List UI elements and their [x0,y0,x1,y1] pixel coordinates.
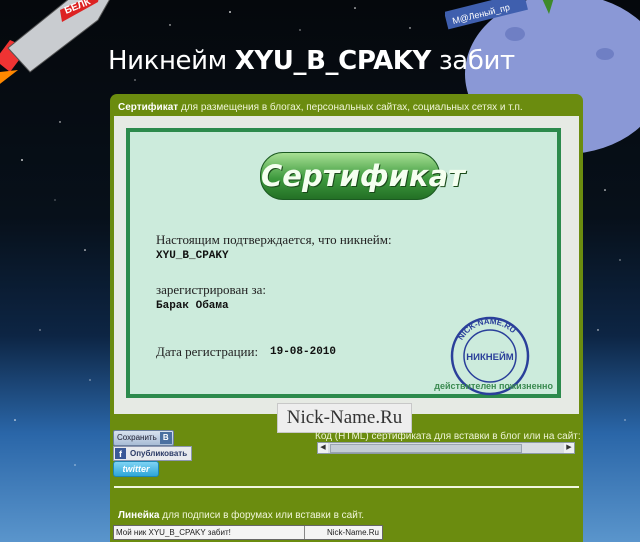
section-divider [114,486,579,488]
html-code-label: Код (HTML) сертификата для вставки в бло… [315,431,581,442]
page-title: Никнейм XYU_B_CPAKY забит [108,46,515,76]
save-vk-button[interactable]: Сохранить В [113,430,174,446]
registration-date-label: Дата регистрации: [156,344,259,359]
valid-note: действителен пожизненно [434,381,553,391]
line-left-text: Мой ник XYU_B_CPAKY забит! [116,528,231,537]
line-separator [304,526,305,539]
line-heading: Линейка для подписи в форумах или вставк… [118,510,365,521]
certificate-heading: Сертификат для размещения в блогах, перс… [118,102,523,113]
twitter-button[interactable]: twitter [113,461,159,477]
certificate-banner: Сертификат [260,152,465,200]
scroll-left-icon[interactable]: ◀ [318,443,328,453]
facebook-icon: f [115,448,126,459]
certificate-frame: Сертификат Настоящим подтверждается, что… [114,116,579,433]
facebook-publish-button[interactable]: f Опубликовать [113,446,193,461]
scroll-thumb[interactable] [330,444,522,453]
certificate-nickname: XYU_B_CPAKY [156,250,229,262]
html-code-scrollbar[interactable]: ◀ ▶ [317,442,575,454]
certificate-panel: Сертификат для размещения в блогах, перс… [110,94,583,542]
rocket-illustration: БЕЛК [0,0,110,84]
confirm-text: Настоящим подтверждается, что никнейм: [156,232,392,247]
scroll-right-icon[interactable]: ▶ [564,443,574,453]
registration-date: 19-08-2010 [270,346,337,358]
vk-icon: В [159,432,172,444]
signature-line-banner[interactable]: Мой ник XYU_B_CPAKY забит! Nick-Name.Ru [113,525,383,540]
line-right-text: Nick-Name.Ru [326,528,379,537]
stamp-text: НИКНЕЙМ [466,351,514,363]
registered-for-label: зарегистрирован за: [156,282,266,297]
site-logo[interactable]: Nick-Name.Ru [277,403,412,433]
registered-for-value: Барак Обама [156,300,229,312]
certificate-card: Сертификат Настоящим подтверждается, что… [126,128,561,398]
